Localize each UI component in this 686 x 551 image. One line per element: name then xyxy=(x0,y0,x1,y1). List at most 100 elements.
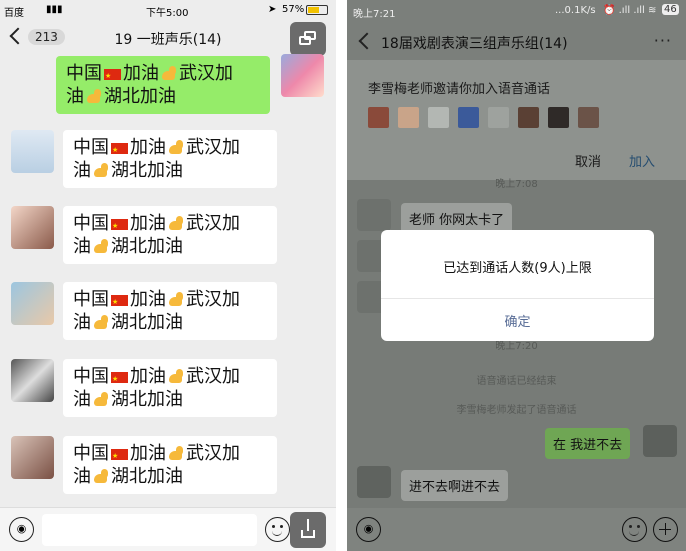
message-bubble[interactable]: 中国加油武汉加油湖北加油 xyxy=(63,130,277,188)
sender-avatar[interactable] xyxy=(11,359,54,402)
flexed-biceps-icon xyxy=(92,162,110,180)
emoji-icon[interactable] xyxy=(265,517,290,542)
message-text: 油 xyxy=(73,236,91,257)
message-bubble[interactable]: 进不去啊进不去 xyxy=(401,470,509,501)
confirm-button[interactable]: 确定 xyxy=(381,311,654,330)
participant-avatar xyxy=(428,107,449,128)
message-text: 油 xyxy=(66,86,84,107)
signal-icon: ▮▮▮ xyxy=(46,4,63,15)
china-flag-icon xyxy=(111,445,128,468)
message-bubble[interactable]: 中国加油武汉加油湖北加油 xyxy=(56,56,270,114)
message-text: 中国 xyxy=(73,289,109,310)
system-message: 李雪梅老师发起了语音通话 xyxy=(456,405,577,416)
dialog-message: 已达到通话人数(9人)上限 xyxy=(443,261,592,276)
message-text: 中国 xyxy=(73,137,109,158)
back-icon[interactable] xyxy=(358,32,376,50)
input-bar: ◉ xyxy=(0,507,336,551)
message-text: 中国 xyxy=(73,366,109,387)
dialog-divider xyxy=(381,298,654,299)
voice-call-invite-banner: 李雪梅老师邀请你加入语音通话 取消 加入 xyxy=(347,60,686,180)
china-flag-icon xyxy=(104,65,121,88)
message-text: 油 xyxy=(73,312,91,333)
message-text: 油 xyxy=(73,389,91,410)
message-text: 武汉加 xyxy=(186,137,240,158)
message-text: 加油 xyxy=(130,289,166,310)
plus-icon[interactable] xyxy=(653,517,678,542)
flexed-biceps-icon xyxy=(167,445,185,463)
message-text: 油 xyxy=(73,466,91,487)
participant-avatar xyxy=(548,107,569,128)
message-text: 武汉加 xyxy=(186,366,240,387)
join-button[interactable]: 加入 xyxy=(629,151,655,170)
message-text: 武汉加 xyxy=(186,443,240,464)
flexed-biceps-icon xyxy=(92,468,110,486)
system-message: 语音通话已经结束 xyxy=(476,376,557,387)
carrier-label: 百度 xyxy=(4,8,24,19)
message-text: 加油 xyxy=(130,213,166,234)
chat-title: 19 一班声乐(14) xyxy=(114,32,222,48)
clock: 晚上7:21 xyxy=(353,9,396,20)
message-text: 湖北加油 xyxy=(111,466,183,487)
message-input[interactable] xyxy=(42,514,257,546)
invite-text: 李雪梅老师邀请你加入语音通话 xyxy=(368,82,551,97)
status-bar: 晚上7:21 ...0.1K/s ⏰ .ıll .ıll ≋ 46 xyxy=(347,0,686,22)
flexed-biceps-icon xyxy=(92,314,110,332)
message-text: 中国 xyxy=(73,443,109,464)
sender-avatar[interactable] xyxy=(11,282,54,325)
participant-avatar xyxy=(458,107,479,128)
message-text: 加油 xyxy=(130,443,166,464)
participant-avatar xyxy=(488,107,509,128)
message-text: 加油 xyxy=(130,137,166,158)
message-bubble[interactable]: 中国加油武汉加油湖北加油 xyxy=(63,206,277,264)
message-text: 加油 xyxy=(123,63,159,84)
chat-header: 213 19 一班声乐(14) xyxy=(0,20,336,56)
voice-input-icon[interactable]: ◉ xyxy=(9,517,34,542)
multi-window-button[interactable] xyxy=(290,22,326,56)
more-icon[interactable]: ··· xyxy=(654,31,672,50)
message-bubble[interactable]: 中国加油武汉加油湖北加油 xyxy=(63,359,277,417)
sender-avatar[interactable] xyxy=(11,436,54,479)
status-bar: 百度 ▮▮▮ 下午5:00 ➤ 57% xyxy=(0,0,336,20)
emoji-icon[interactable] xyxy=(622,517,647,542)
sender-avatar[interactable] xyxy=(357,199,391,231)
sender-avatar[interactable] xyxy=(11,206,54,249)
limit-dialog: 已达到通话人数(9人)上限 确定 xyxy=(381,230,654,341)
my-avatar[interactable] xyxy=(643,425,677,457)
divider xyxy=(336,0,347,551)
message-bubble[interactable]: 中国加油武汉加油湖北加油 xyxy=(63,282,277,340)
china-flag-icon xyxy=(111,139,128,162)
network-speed: ...0.1K/s xyxy=(555,5,596,16)
sender-avatar[interactable] xyxy=(357,466,391,498)
china-flag-icon xyxy=(111,291,128,314)
message-text: 湖北加油 xyxy=(111,160,183,181)
sender-avatar[interactable] xyxy=(11,130,54,173)
message-bubble[interactable]: 中国加油武汉加油湖北加油 xyxy=(63,436,277,494)
message-text: 武汉加 xyxy=(186,289,240,310)
cancel-button[interactable]: 取消 xyxy=(575,151,601,170)
message-text: 加油 xyxy=(130,366,166,387)
message-text: 湖北加油 xyxy=(111,312,183,333)
my-message-bubble[interactable]: 在 我进不去 xyxy=(545,428,631,459)
flexed-biceps-icon xyxy=(92,391,110,409)
message-text: 中国 xyxy=(66,63,102,84)
participant-avatar xyxy=(578,107,599,128)
battery-icon: 46 xyxy=(662,4,679,15)
china-flag-icon xyxy=(111,368,128,391)
my-avatar[interactable] xyxy=(281,54,324,97)
china-flag-icon xyxy=(111,215,128,238)
message-text: 湖北加油 xyxy=(111,389,183,410)
battery-icon xyxy=(306,5,328,15)
location-icon: ➤ xyxy=(268,4,277,15)
left-chat-screen: 百度 ▮▮▮ 下午5:00 ➤ 57% 213 19 一班声乐(14) 中国加油… xyxy=(0,0,336,551)
timestamp: 晚上7:08 xyxy=(495,179,538,190)
download-button[interactable] xyxy=(290,512,326,548)
right-chat-screen: 晚上7:21 ...0.1K/s ⏰ .ıll .ıll ≋ 46 18届戏剧表… xyxy=(347,0,686,551)
flexed-biceps-icon xyxy=(160,65,178,83)
chat-title: 18届戏剧表演三组声乐组(14) xyxy=(381,36,568,52)
message-text: 湖北加油 xyxy=(111,236,183,257)
flexed-biceps-icon xyxy=(167,215,185,233)
participant-avatar xyxy=(368,107,389,128)
signal-icon: ⏰ .ıll .ıll ≋ xyxy=(603,5,657,16)
chat-header: 18届戏剧表演三组声乐组(14) ··· xyxy=(347,22,686,60)
voice-input-icon[interactable]: ◉ xyxy=(356,517,381,542)
